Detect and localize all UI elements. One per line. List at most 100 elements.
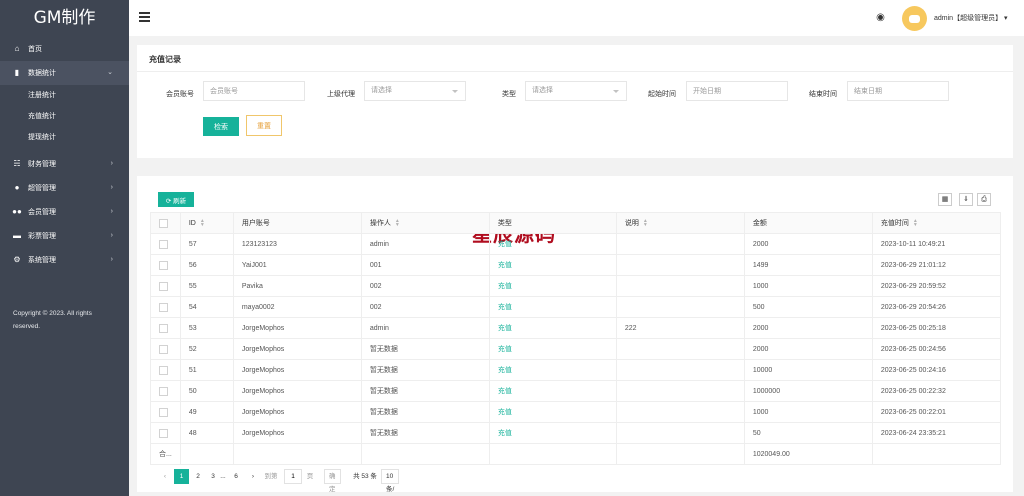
cell-recharge-time: 2023-06-25 00:22:32	[871, 380, 1001, 402]
column-header-description[interactable]: 说明 ▲ ▼	[615, 212, 745, 234]
type-select[interactable]: 请选择	[525, 81, 627, 101]
cell-description	[615, 422, 745, 444]
superior-agent-select[interactable]: 请选择	[364, 81, 466, 101]
cell-operator: 002	[360, 296, 490, 318]
column-header-id[interactable]: ID ▲ ▼	[179, 212, 234, 234]
cell-description	[615, 338, 745, 360]
cell-description	[615, 254, 745, 276]
end-date-input[interactable]	[847, 81, 949, 101]
refresh-button[interactable]: ⟳ 刷新	[158, 192, 194, 207]
chevron-right-icon: ›	[110, 208, 113, 215]
sidebar-subitem-recharge-stats[interactable]: 充值统计	[0, 106, 129, 127]
cell-type: 充值	[488, 359, 617, 381]
total-label: 合...	[150, 443, 181, 465]
page-title: 充值记录	[149, 55, 181, 64]
palette-icon[interactable]: ◉	[874, 11, 887, 24]
cell-account: maya0002	[232, 296, 362, 318]
cell-type: 充值	[488, 380, 617, 402]
export-icon[interactable]: ⇓	[959, 193, 973, 206]
app-logo[interactable]: GM制作	[0, 0, 129, 37]
cell-id: 51	[179, 359, 234, 381]
sidebar-item-system[interactable]: ⚙ 系统管理 ›	[0, 248, 129, 272]
user-menu[interactable]: admin【超级管理员】 ▾	[934, 13, 1008, 23]
page-button-2[interactable]: 2	[191, 469, 205, 484]
row-checkbox[interactable]	[159, 302, 168, 312]
row-checkbox[interactable]	[159, 428, 168, 438]
select-all-checkbox[interactable]	[159, 218, 168, 228]
row-checkbox[interactable]	[159, 260, 168, 270]
reset-button[interactable]: 重置	[246, 115, 282, 136]
row-checkbox[interactable]	[159, 239, 168, 249]
page-button-6[interactable]: 6	[230, 469, 242, 484]
start-time-label: 起始时间	[648, 91, 676, 98]
row-select-cell	[150, 317, 181, 339]
sort-icon[interactable]: ▲ ▼	[200, 219, 205, 228]
columns-filter-icon[interactable]: ▦	[938, 193, 952, 206]
sidebar-item-finance[interactable]: ☵ 财务管理 ›	[0, 152, 129, 176]
cell-amount: 10000	[743, 359, 873, 381]
cell-amount: 500	[743, 296, 873, 318]
row-select-cell	[150, 233, 181, 255]
sort-icon[interactable]: ▲ ▼	[913, 219, 918, 228]
column-header-operator[interactable]: 操作人 ▲ ▼	[360, 212, 490, 234]
total-row: 合... 1020049.00	[150, 443, 1001, 465]
row-checkbox[interactable]	[159, 365, 168, 375]
sort-icon[interactable]: ▲ ▼	[395, 219, 400, 228]
sidebar-subitem-withdraw-stats[interactable]: 提现统计	[0, 127, 129, 148]
row-select-cell	[150, 422, 181, 444]
sidebar-item-label: 首页	[28, 46, 42, 53]
per-page-select[interactable]: 10 条/页 ⌄	[381, 469, 400, 493]
cell-id: 57	[179, 233, 234, 255]
goto-page-input[interactable]	[284, 469, 302, 484]
cell-type: 充值	[488, 338, 617, 360]
sidebar-subitem-register-stats[interactable]: 注册统计	[0, 85, 129, 106]
chevron-down-icon: ⌄	[107, 69, 113, 76]
goto-label: 到第	[264, 473, 278, 480]
cell-description	[615, 359, 745, 381]
print-icon[interactable]: ⎙	[977, 193, 991, 206]
table-row: 56 YaiJ001 001 充值 1499 2023-06-29 21:01:12	[150, 254, 1001, 276]
cell-id: 52	[179, 338, 234, 360]
search-button[interactable]: 检索	[203, 117, 239, 136]
cell-amount: 1499	[743, 254, 873, 276]
sort-icon[interactable]: ▲ ▼	[643, 219, 648, 228]
table-row: 57 123123123 admin 充值 2000 2023-10-11 10:49:2…	[150, 233, 1001, 255]
sidebar-item-members[interactable]: ●● 会员管理 ›	[0, 200, 129, 224]
row-checkbox[interactable]	[159, 323, 168, 333]
member-account-input[interactable]	[203, 81, 305, 101]
menu-toggle-icon[interactable]	[139, 12, 150, 22]
user-icon: ●	[14, 183, 20, 192]
total-count-label: 共 53 条	[353, 473, 377, 480]
bar-chart-icon: ▮	[14, 68, 20, 77]
column-header-account: 用户账号	[232, 212, 362, 234]
start-date-input[interactable]	[686, 81, 788, 101]
goto-confirm-button[interactable]: 确定	[324, 469, 341, 493]
cell-recharge-time: 2023-06-24 23:35:21	[871, 422, 1001, 444]
row-checkbox[interactable]	[159, 281, 168, 291]
row-checkbox[interactable]	[159, 386, 168, 396]
cell-operator: 暂无数据	[360, 401, 490, 423]
cell-id: 53	[179, 317, 234, 339]
cell-type: 充值	[488, 401, 617, 423]
cell-recharge-time: 2023-06-29 20:54:26	[871, 296, 1001, 318]
cell-amount: 2000	[743, 317, 873, 339]
row-checkbox[interactable]	[159, 407, 168, 417]
end-time-label: 结束时间	[809, 91, 837, 98]
sidebar-item-super-admin[interactable]: ● 超管管理 ›	[0, 176, 129, 200]
row-checkbox[interactable]	[159, 344, 168, 354]
sidebar-item-home[interactable]: ⌂ 首页	[0, 37, 129, 61]
avatar[interactable]	[902, 6, 927, 31]
row-select-cell	[150, 359, 181, 381]
cell-recharge-time: 2023-10-11 10:49:21	[871, 233, 1001, 255]
page-button-1[interactable]: 1	[174, 469, 189, 484]
next-page-icon[interactable]: ›	[248, 469, 258, 484]
sidebar-item-data-stats[interactable]: ▮ 数据统计 ⌄	[0, 61, 129, 85]
chevron-right-icon: ›	[110, 184, 113, 191]
gamepad-icon: ▬	[13, 231, 21, 240]
column-header-recharge-time[interactable]: 充值时间 ▲ ▼	[871, 212, 1001, 234]
prev-page-icon[interactable]: ‹	[160, 469, 170, 484]
row-select-cell	[150, 338, 181, 360]
sidebar-item-lottery[interactable]: ▬ 彩票管理 ›	[0, 224, 129, 248]
table-row: 54 maya0002 002 充值 500 2023-06-29 20:54:26	[150, 296, 1001, 318]
sidebar-item-label: 超管管理	[28, 185, 56, 192]
